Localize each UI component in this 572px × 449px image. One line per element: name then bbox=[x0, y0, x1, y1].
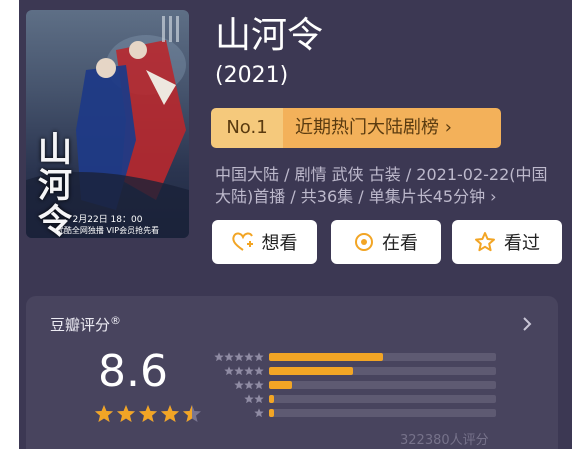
small-star-icon bbox=[254, 366, 264, 375]
small-star-icon bbox=[234, 352, 244, 361]
small-star-icon bbox=[244, 380, 254, 389]
rank-badge[interactable]: No.1 近期热门大陆剧榜 › bbox=[211, 108, 501, 148]
small-star-icon bbox=[244, 352, 254, 361]
small-star-icon bbox=[254, 394, 264, 403]
registered-mark: ® bbox=[110, 314, 122, 327]
want-to-watch-button[interactable]: 想看 bbox=[212, 220, 317, 264]
rating-score: 8.6 bbox=[98, 346, 168, 397]
rating-bar-stars bbox=[206, 352, 264, 362]
rating-bar-stars bbox=[206, 380, 264, 390]
watching-label: 在看 bbox=[382, 233, 418, 254]
small-star-icon bbox=[224, 352, 234, 361]
rank-label: 近期热门大陆剧榜 › bbox=[283, 108, 501, 148]
want-to-watch-label: 想看 bbox=[261, 233, 298, 254]
rating-bar-stars bbox=[206, 366, 264, 376]
rating-bar-fill bbox=[269, 353, 383, 361]
small-star-icon bbox=[244, 366, 254, 375]
watched-label: 看过 bbox=[504, 233, 540, 254]
small-star-icon bbox=[234, 366, 244, 375]
heart-plus-icon bbox=[231, 232, 253, 251]
poster-date: 2月22日 18：00 bbox=[72, 215, 143, 225]
poster-footer: 优酷全网独播 VIP会员抢先看 bbox=[55, 226, 160, 235]
vote-count: 322380人评分 bbox=[400, 433, 489, 448]
rating-bar-fill bbox=[269, 367, 353, 375]
star-outline-icon bbox=[475, 232, 495, 252]
rating-bar-fill bbox=[269, 381, 292, 389]
rating-star bbox=[161, 405, 179, 422]
target-icon bbox=[355, 233, 373, 251]
small-star-icon bbox=[244, 394, 254, 403]
rating-bar-fill bbox=[269, 409, 274, 417]
small-star-icon bbox=[254, 380, 264, 389]
rating-star bbox=[183, 405, 201, 422]
movie-detail-screen: 山河令 2月22日 18：00 优酷全网独播 VIP会员抢先看 山河令 (202… bbox=[19, 0, 572, 449]
rating-bar-track bbox=[269, 395, 496, 403]
rating-bar-track bbox=[269, 409, 496, 417]
movie-year: (2021) bbox=[215, 63, 289, 88]
rating-bar-track bbox=[269, 381, 496, 389]
rank-number: No.1 bbox=[211, 108, 283, 148]
watching-button[interactable]: 在看 bbox=[331, 220, 441, 264]
rating-bar-track bbox=[269, 353, 496, 361]
rating-label: 豆瓣评分® bbox=[50, 314, 122, 334]
small-star-icon bbox=[234, 380, 244, 389]
small-star-icon bbox=[254, 352, 264, 361]
watched-button[interactable]: 看过 bbox=[452, 220, 562, 264]
rating-bar-stars bbox=[206, 394, 264, 404]
poster-credits bbox=[153, 16, 179, 46]
poster[interactable]: 山河令 2月22日 18：00 优酷全网独播 VIP会员抢先看 bbox=[26, 10, 189, 238]
chevron-right-icon[interactable] bbox=[522, 316, 532, 332]
small-star-icon bbox=[254, 408, 264, 417]
rating-star bbox=[95, 405, 113, 422]
rating-card[interactable]: 豆瓣评分® 8.6 322380人评分 bbox=[26, 296, 558, 449]
movie-meta[interactable]: 中国大陆 / 剧情 武侠 古装 / 2021-02-22(中国大陆)首播 / 共… bbox=[215, 164, 561, 208]
small-star-icon bbox=[214, 352, 224, 361]
rating-star bbox=[117, 405, 135, 422]
movie-title: 山河令 bbox=[215, 15, 324, 56]
rating-bar-stars bbox=[206, 408, 264, 418]
rating-bar-track bbox=[269, 367, 496, 375]
rating-stars bbox=[94, 404, 204, 424]
small-star-icon bbox=[224, 366, 234, 375]
rating-star bbox=[139, 405, 157, 422]
rating-bar-fill bbox=[269, 395, 274, 403]
